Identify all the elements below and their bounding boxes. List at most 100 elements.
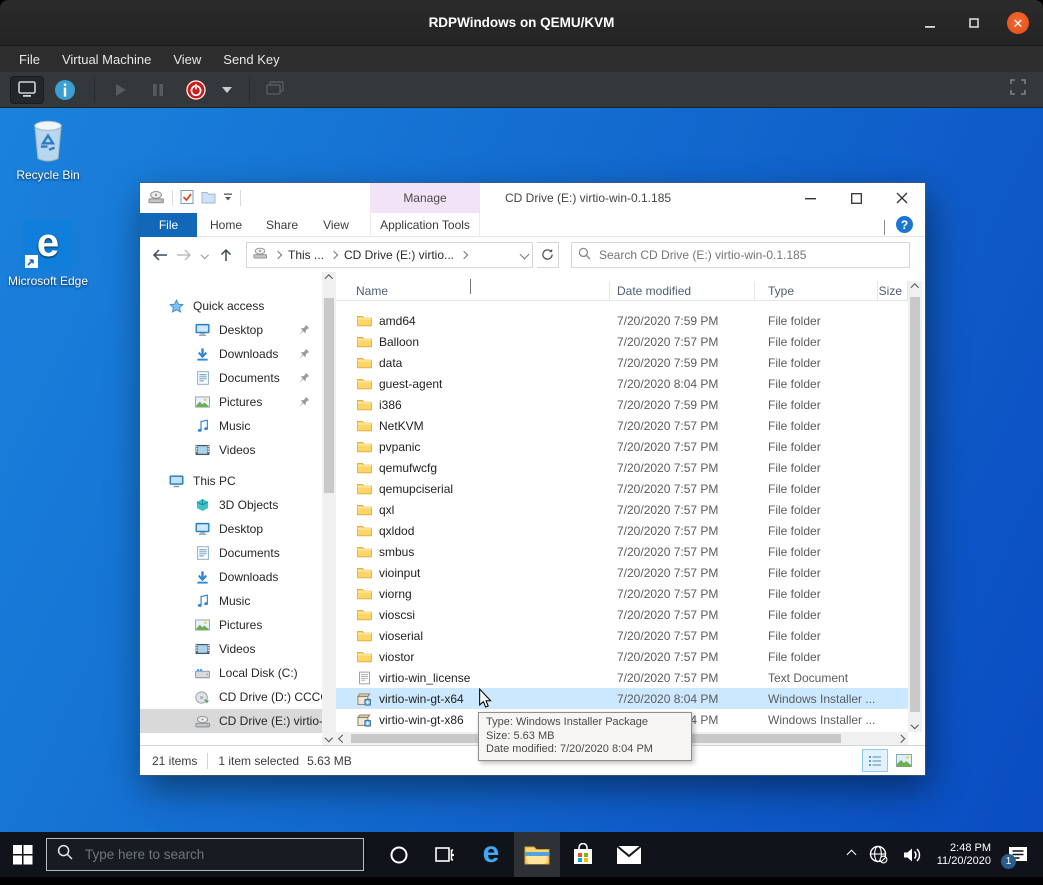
pause-button[interactable] — [141, 76, 175, 104]
search-input[interactable] — [597, 247, 903, 263]
explorer-close-button[interactable] — [879, 183, 925, 213]
tab-view[interactable]: View — [313, 213, 359, 237]
nav-item-desktop[interactable]: Desktop — [140, 517, 322, 541]
file-row-virtio-win-license[interactable]: virtio-win_license7/20/2020 7:57 PMText … — [336, 667, 908, 688]
tab-share[interactable]: Share — [257, 213, 307, 237]
cortana-button[interactable] — [376, 832, 422, 877]
taskbar-search-input[interactable] — [83, 846, 353, 863]
file-row-netkvm[interactable]: NetKVM7/20/2020 7:57 PMFile folder — [336, 415, 908, 436]
taskbar-clock[interactable]: 2:48 PM 11/20/2020 — [929, 842, 999, 868]
shutdown-menu-caret[interactable] — [217, 76, 237, 104]
expand-ribbon-chevron-icon[interactable] — [884, 220, 885, 234]
refresh-button[interactable] — [537, 242, 559, 268]
nav-item-music[interactable]: Music — [140, 414, 322, 438]
nav-item-videos[interactable]: Videos — [140, 637, 322, 661]
console-displays-button[interactable] — [258, 76, 292, 104]
nav-item-cd-drive-d-cccoma[interactable]: CD Drive (D:) CCCOMA_ — [140, 685, 322, 709]
nav-item-music[interactable]: Music — [140, 589, 322, 613]
vm-details-button[interactable] — [48, 76, 82, 104]
vm-maximize-button[interactable] — [963, 12, 985, 34]
edge-taskbar-icon[interactable]: e — [468, 832, 514, 877]
nav-item-cd-drive-e-virtio-win[interactable]: CD Drive (E:) virtio-win-( — [140, 709, 322, 733]
tab-application-tools[interactable]: Application Tools — [370, 213, 480, 237]
file-row-data[interactable]: data7/20/2020 7:59 PMFile folder — [336, 352, 908, 373]
run-button[interactable] — [103, 76, 137, 104]
action-center-button[interactable]: 1 — [999, 832, 1043, 877]
network-globe-icon[interactable] — [862, 832, 895, 877]
nav-item-downloads[interactable]: Downloads — [140, 565, 322, 589]
nav-item-3d-objects[interactable]: 3D Objects — [140, 493, 322, 517]
scrollbar-thumb[interactable] — [324, 298, 334, 493]
mail-taskbar-icon[interactable] — [606, 832, 652, 877]
explorer-titlebar[interactable]: Manage CD Drive (E:) virtio-win-0.1.185 — [140, 183, 925, 213]
scroll-down-arrow[interactable] — [322, 731, 336, 745]
file-list-scrollbar[interactable] — [908, 281, 922, 732]
column-header-name[interactable]: Name — [336, 281, 610, 301]
scroll-down-arrow[interactable] — [908, 718, 922, 732]
nav-item-documents[interactable]: Documents — [140, 541, 322, 565]
vm-minimize-button[interactable] — [919, 12, 941, 34]
breadcrumb-segment[interactable]: This ... — [288, 248, 324, 262]
file-row-amd64[interactable]: amd647/20/2020 7:59 PMFile folder — [336, 310, 908, 331]
nav-item-pictures[interactable]: Pictures — [140, 390, 322, 414]
taskbar-search-box[interactable] — [46, 838, 364, 871]
vm-menu-virtual-machine[interactable]: Virtual Machine — [51, 48, 162, 71]
file-row-vioscsi[interactable]: vioscsi7/20/2020 7:57 PMFile folder — [336, 604, 908, 625]
tab-home[interactable]: Home — [203, 213, 249, 237]
tray-expand-chevron[interactable] — [841, 832, 862, 877]
details-view-button[interactable] — [862, 749, 888, 772]
large-icons-view-button[interactable] — [891, 749, 917, 772]
vm-menu-file[interactable]: File — [8, 48, 51, 71]
file-row-guest-agent[interactable]: guest-agent7/20/2020 8:04 PMFile folder — [336, 373, 908, 394]
recent-locations-chevron[interactable] — [198, 244, 212, 266]
shutdown-button[interactable] — [179, 76, 213, 104]
file-row-qemupciserial[interactable]: qemupciserial7/20/2020 7:57 PMFile folde… — [336, 478, 908, 499]
breadcrumb[interactable]: This ... CD Drive (E:) virtio... — [246, 242, 533, 268]
column-header-date-modified[interactable]: Date modified — [610, 281, 755, 301]
file-row-balloon[interactable]: Balloon7/20/2020 7:57 PMFile folder — [336, 331, 908, 352]
vm-close-button[interactable]: ✕ — [1007, 12, 1029, 34]
scroll-up-arrow[interactable] — [322, 272, 336, 286]
nav-item-videos[interactable]: Videos — [140, 438, 322, 462]
file-row-i386[interactable]: i3867/20/2020 7:59 PMFile folder — [336, 394, 908, 415]
qat-customize-button[interactable] — [223, 191, 233, 205]
nav-item-pictures[interactable]: Pictures — [140, 613, 322, 637]
nav-item-quick-access[interactable]: Quick access — [140, 294, 322, 318]
scroll-left-arrow[interactable] — [336, 732, 350, 745]
scroll-right-arrow[interactable] — [894, 732, 908, 745]
file-row-virtio-win-gt-x64[interactable]: virtio-win-gt-x647/20/2020 8:04 PMWindow… — [336, 688, 908, 709]
file-explorer-taskbar-icon[interactable] — [514, 832, 560, 877]
file-row-smbus[interactable]: smbus7/20/2020 7:57 PMFile folder — [336, 541, 908, 562]
ribbon-context-tab-manage[interactable]: Manage — [370, 183, 480, 213]
nav-item-documents[interactable]: Documents — [140, 366, 322, 390]
microsoft-store-taskbar-icon[interactable] — [560, 832, 606, 877]
up-button[interactable] — [216, 244, 236, 266]
address-dropdown-chevron[interactable] — [520, 250, 530, 260]
fullscreen-button[interactable] — [1009, 78, 1027, 101]
forward-button[interactable] — [174, 244, 194, 266]
nav-item-local-disk-c[interactable]: Local Disk (C:) — [140, 661, 322, 685]
file-row-viorng[interactable]: viorng7/20/2020 7:57 PMFile folder — [336, 583, 908, 604]
file-row-qemufwcfg[interactable]: qemufwcfg7/20/2020 7:57 PMFile folder — [336, 457, 908, 478]
breadcrumb-segment[interactable]: CD Drive (E:) virtio... — [344, 248, 454, 262]
desktop-icon-recycle-bin[interactable]: Recycle Bin — [0, 116, 96, 182]
tab-file[interactable]: File — [140, 213, 197, 237]
vm-menu-send-key[interactable]: Send Key — [212, 48, 290, 71]
file-row-viostor[interactable]: viostor7/20/2020 7:57 PMFile folder — [336, 646, 908, 667]
explorer-maximize-button[interactable] — [833, 183, 879, 213]
scroll-up-arrow[interactable] — [908, 281, 922, 295]
scrollbar-thumb[interactable] — [910, 297, 920, 712]
file-row-qxldod[interactable]: qxldod7/20/2020 7:57 PMFile folder — [336, 520, 908, 541]
nav-item-desktop[interactable]: Desktop — [140, 318, 322, 342]
graphical-console-button[interactable] — [10, 76, 44, 104]
help-button[interactable]: ? — [896, 216, 913, 233]
back-button[interactable] — [150, 244, 170, 266]
qat-new-folder-button[interactable] — [201, 190, 216, 207]
column-header-size[interactable]: Size — [878, 281, 908, 301]
nav-scrollbar[interactable] — [322, 272, 336, 745]
column-header-type[interactable]: Type — [755, 281, 878, 301]
qat-properties-button[interactable] — [180, 189, 194, 208]
file-row-vioserial[interactable]: vioserial7/20/2020 7:57 PMFile folder — [336, 625, 908, 646]
volume-icon[interactable] — [895, 832, 929, 877]
desktop-icon-microsoft-edge[interactable]: e Microsoft Edge — [0, 220, 96, 288]
